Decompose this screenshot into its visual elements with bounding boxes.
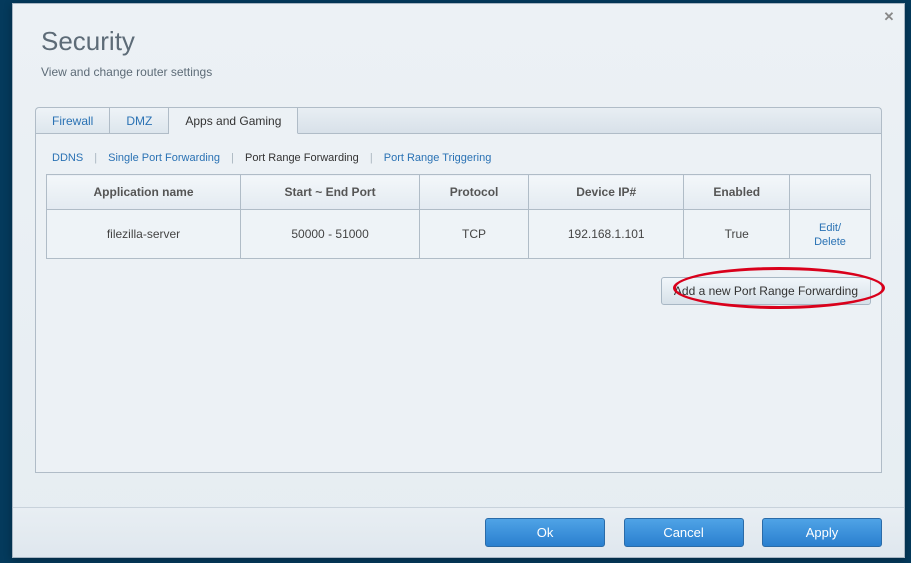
separator: | — [229, 152, 236, 164]
tab-body: DDNS | Single Port Forwarding | Port Ran… — [35, 133, 882, 473]
cell-ports: 50000 - 51000 — [241, 210, 420, 259]
cell-enabled: True — [684, 210, 790, 259]
table-header-row: Application name Start ~ End Port Protoc… — [47, 175, 871, 210]
table-row: filezilla-server 50000 - 51000 TCP 192.1… — [47, 210, 871, 259]
close-icon[interactable]: ✕ — [882, 10, 896, 24]
add-port-range-button[interactable]: Add a new Port Range Forwarding — [661, 277, 871, 305]
tab-bar: Firewall DMZ Apps and Gaming — [35, 107, 882, 133]
tabs-container: Firewall DMZ Apps and Gaming DDNS | Sing… — [35, 107, 882, 473]
separator: | — [92, 152, 99, 164]
cell-protocol: TCP — [420, 210, 529, 259]
separator: | — [368, 152, 375, 164]
cell-application: filezilla-server — [47, 210, 241, 259]
cancel-button[interactable]: Cancel — [624, 518, 744, 547]
col-application: Application name — [47, 175, 241, 210]
page-title: Security — [41, 26, 876, 57]
col-protocol: Protocol — [420, 175, 529, 210]
col-ports: Start ~ End Port — [241, 175, 420, 210]
subtab-port-range-triggering[interactable]: Port Range Triggering — [378, 152, 498, 164]
delete-link[interactable]: Delete — [814, 236, 846, 248]
page-subtitle: View and change router settings — [41, 65, 876, 79]
add-button-container: Add a new Port Range Forwarding — [36, 259, 881, 305]
edit-link[interactable]: Edit/ — [819, 222, 841, 234]
col-actions — [790, 175, 871, 210]
subtab-port-range-forwarding: Port Range Forwarding — [239, 152, 365, 164]
subtab-bar: DDNS | Single Port Forwarding | Port Ran… — [36, 134, 881, 174]
subtab-ddns[interactable]: DDNS — [46, 152, 89, 164]
security-dialog: ✕ Security View and change router settin… — [12, 3, 905, 558]
dialog-header: Security View and change router settings — [13, 4, 904, 87]
port-range-table: Application name Start ~ End Port Protoc… — [46, 174, 871, 259]
apply-button[interactable]: Apply — [762, 518, 882, 547]
col-enabled: Enabled — [684, 175, 790, 210]
tab-dmz[interactable]: DMZ — [110, 108, 169, 133]
cell-device-ip: 192.168.1.101 — [529, 210, 684, 259]
cell-actions: Edit/ Delete — [790, 210, 871, 259]
dialog-footer: Ok Cancel Apply — [13, 507, 904, 557]
tab-firewall[interactable]: Firewall — [36, 108, 110, 133]
ok-button[interactable]: Ok — [485, 518, 605, 547]
col-device-ip: Device IP# — [529, 175, 684, 210]
subtab-single-port[interactable]: Single Port Forwarding — [102, 152, 226, 164]
tab-apps-gaming[interactable]: Apps and Gaming — [169, 108, 298, 134]
